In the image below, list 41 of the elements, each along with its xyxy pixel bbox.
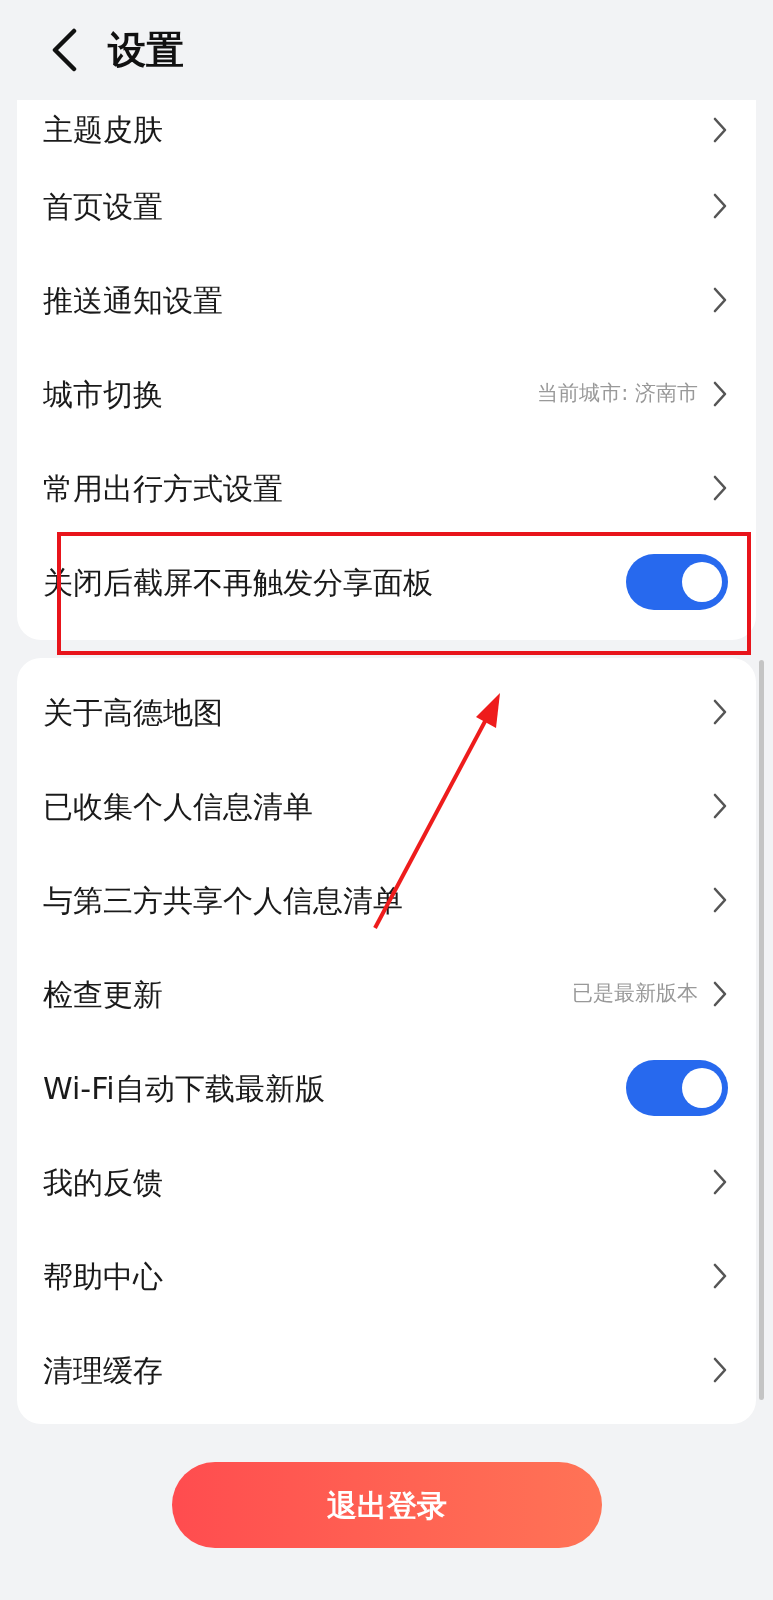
setting-label: 城市切换 (43, 375, 164, 414)
chevron-icon (712, 792, 728, 820)
settings-row[interactable]: 首页设置 (17, 159, 756, 253)
page-title: 设置 (108, 26, 184, 74)
chevron-icon (712, 980, 728, 1008)
settings-row[interactable]: 推送通知设置 (17, 253, 756, 347)
setting-label: 帮助中心 (43, 1257, 164, 1296)
chevron-icon (712, 380, 728, 408)
setting-value: 已是最新版本 (572, 980, 698, 1008)
setting-label: 推送通知设置 (43, 281, 224, 320)
settings-row[interactable]: 常用出行方式设置 (17, 441, 756, 535)
settings-row[interactable]: 主题皮肤 (17, 100, 756, 159)
setting-label: 我的反馈 (43, 1163, 164, 1202)
settings-row[interactable]: 检查更新 已是最新版本 (17, 947, 756, 1041)
chevron-icon (712, 286, 728, 314)
setting-label: 关于高德地图 (43, 693, 224, 732)
chevron-icon (712, 1262, 728, 1290)
chevron-icon (712, 1356, 728, 1384)
chevron-icon (712, 115, 728, 144)
toggle-switch[interactable] (626, 554, 728, 610)
settings-row[interactable]: 关于高德地图 (17, 665, 756, 759)
settings-row[interactable]: 清理缓存 (17, 1323, 756, 1417)
settings-row[interactable]: 已收集个人信息清单 (17, 759, 756, 853)
setting-label: 检查更新 (43, 975, 164, 1014)
settings-row[interactable]: 城市切换 当前城市: 济南市 (17, 347, 756, 441)
back-icon[interactable] (50, 28, 78, 72)
chevron-icon (712, 886, 728, 914)
chevron-icon (712, 474, 728, 502)
settings-row[interactable]: 我的反馈 (17, 1135, 756, 1229)
setting-value: 当前城市: 济南市 (537, 380, 698, 408)
setting-label: Wi-Fi自动下载最新版 (43, 1069, 326, 1108)
toggle-switch[interactable] (626, 1060, 728, 1116)
setting-label: 常用出行方式设置 (43, 469, 284, 508)
setting-label: 主题皮肤 (43, 111, 164, 149)
setting-label: 清理缓存 (43, 1351, 164, 1390)
chevron-icon (712, 192, 728, 220)
setting-label: 已收集个人信息清单 (43, 787, 314, 826)
setting-label: 首页设置 (43, 187, 164, 226)
chevron-icon (712, 698, 728, 726)
settings-row[interactable]: 帮助中心 (17, 1229, 756, 1323)
chevron-icon (712, 1168, 728, 1196)
